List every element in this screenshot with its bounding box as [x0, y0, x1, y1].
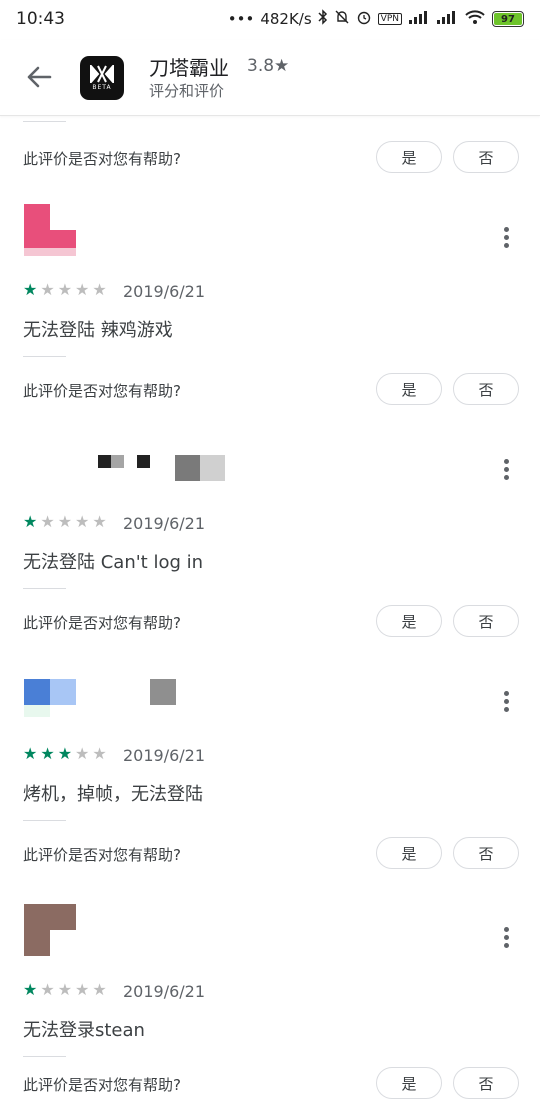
review-item: ★ ★ ★ ★ ★ 2019/6/21 烤机，掉帧，无法登陆	[0, 668, 540, 848]
star-empty-icon: ★	[40, 280, 55, 299]
reviewer-avatar	[24, 904, 76, 956]
helpful-no-button[interactable]: 否	[453, 837, 519, 869]
app-title: 刀塔霸业	[149, 56, 229, 80]
app-icon-badge: BETA	[92, 84, 112, 91]
more-options-icon[interactable]	[496, 922, 516, 952]
star-filled-icon: ★	[23, 744, 38, 763]
app-icon: BETA	[80, 56, 124, 100]
divider	[23, 820, 66, 821]
review-item: ★ ★ ★ ★ ★ 2019/6/21 无法登陆 Can't log in	[0, 436, 540, 616]
more-options-icon[interactable]	[496, 454, 516, 484]
app-header: BETA 刀塔霸业 3.8★ 评分和评价	[0, 40, 540, 116]
star-rating: ★ ★ ★ ★ ★	[23, 982, 107, 998]
reviewer-avatar	[24, 679, 76, 717]
mute-bell-icon	[334, 9, 350, 29]
divider	[23, 1056, 66, 1057]
divider	[23, 356, 66, 357]
review-item: ★ ★ ★ ★ ★ 2019/6/21 无法登陆 辣鸡游戏	[0, 204, 540, 384]
star-rating: ★ ★ ★ ★ ★	[23, 746, 107, 762]
vpn-icon: VPN	[377, 13, 402, 25]
signal-icon	[408, 9, 430, 29]
star-empty-icon: ★	[75, 744, 90, 763]
reviewer-avatar	[24, 204, 76, 256]
review-date: 2019/6/21	[123, 982, 206, 1001]
helpful-row: 此评价是否对您有帮助? 是 否	[0, 834, 540, 874]
star-rating: ★ ★ ★ ★ ★	[23, 514, 107, 530]
divider	[23, 121, 66, 122]
helpful-row: 此评价是否对您有帮助? 是 否	[0, 602, 540, 642]
more-options-icon[interactable]	[496, 686, 516, 716]
star-empty-icon: ★	[92, 744, 107, 763]
review-date: 2019/6/21	[123, 514, 206, 533]
star-filled-icon: ★	[23, 980, 38, 999]
review-text: 烤机，掉帧，无法登陆	[23, 784, 203, 805]
wifi-icon	[464, 9, 486, 29]
helpful-no-button[interactable]: 否	[453, 373, 519, 405]
helpful-row: 此评价是否对您有帮助? 是 否	[0, 1064, 540, 1104]
helpful-yes-button[interactable]: 是	[376, 1067, 442, 1099]
star-filled-icon: ★	[23, 280, 38, 299]
status-bar: 10:43 ••• 482K/s VPN 97	[0, 0, 540, 40]
star-empty-icon: ★	[75, 512, 90, 531]
review-item: ★ ★ ★ ★ ★ 2019/6/21 无法登录stean	[0, 904, 540, 1084]
more-dots-icon: •••	[227, 10, 255, 28]
star-empty-icon: ★	[57, 512, 73, 531]
star-filled-icon: ★	[40, 744, 55, 763]
star-rating: ★ ★ ★ ★ ★	[23, 282, 107, 298]
star-empty-icon: ★	[75, 980, 90, 999]
review-text: 无法登陆 辣鸡游戏	[23, 320, 173, 341]
bluetooth-icon	[318, 9, 328, 29]
star-empty-icon: ★	[92, 512, 107, 531]
review-date: 2019/6/21	[123, 282, 206, 301]
star-empty-icon: ★	[92, 980, 107, 999]
helpful-yes-button[interactable]: 是	[376, 141, 442, 173]
helpful-yes-button[interactable]: 是	[376, 605, 442, 637]
helpful-row: 此评价是否对您有帮助? 是 否	[0, 370, 540, 410]
star-empty-icon: ★	[92, 280, 107, 299]
app-rating: 3.8★	[247, 56, 290, 76]
divider	[23, 588, 66, 589]
helpful-question: 此评价是否对您有帮助?	[23, 846, 181, 864]
star-empty-icon: ★	[40, 512, 55, 531]
star-empty-icon: ★	[40, 980, 55, 999]
back-arrow-icon[interactable]	[22, 62, 56, 92]
helpful-no-button[interactable]: 否	[453, 605, 519, 637]
star-filled-icon: ★	[23, 512, 38, 531]
helpful-no-button[interactable]: 否	[453, 1067, 519, 1099]
star-empty-icon: ★	[57, 280, 73, 299]
helpful-question: 此评价是否对您有帮助?	[23, 382, 181, 400]
star-empty-icon: ★	[75, 280, 90, 299]
network-speed: 482K/s	[260, 10, 312, 28]
helpful-row: 此评价是否对您有帮助? 是 否	[0, 138, 540, 178]
review-date: 2019/6/21	[123, 746, 206, 765]
battery-icon: 97	[492, 11, 524, 27]
page-subtitle: 评分和评价	[149, 82, 225, 100]
helpful-question: 此评价是否对您有帮助?	[23, 1076, 181, 1094]
star-filled-icon: ★	[57, 744, 73, 763]
helpful-question: 此评价是否对您有帮助?	[23, 150, 181, 168]
star-empty-icon: ★	[57, 980, 73, 999]
alarm-icon	[356, 9, 372, 29]
review-text: 无法登录stean	[23, 1020, 145, 1041]
avatar-pixel-block	[175, 455, 225, 481]
more-options-icon[interactable]	[496, 222, 516, 252]
signal-hd-icon	[436, 9, 458, 29]
status-icons: ••• 482K/s VPN 97	[228, 9, 524, 29]
helpful-question: 此评价是否对您有帮助?	[23, 614, 181, 632]
helpful-yes-button[interactable]: 是	[376, 373, 442, 405]
avatar-pixel-block	[150, 679, 176, 705]
review-text: 无法登陆 Can't log in	[23, 552, 204, 573]
helpful-no-button[interactable]: 否	[453, 141, 519, 173]
helpful-yes-button[interactable]: 是	[376, 837, 442, 869]
status-time: 10:43	[16, 9, 65, 29]
